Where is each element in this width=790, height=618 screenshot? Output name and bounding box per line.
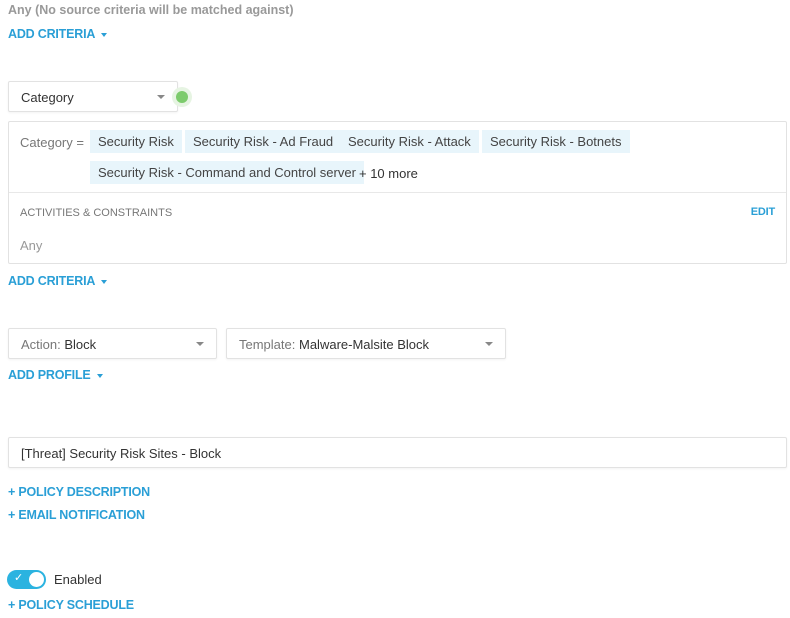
toggle-knob (29, 572, 44, 587)
template-value: Malware-Malsite Block (299, 337, 430, 352)
action-select[interactable]: Action: Block (8, 328, 217, 359)
add-profile-button[interactable]: ADD PROFILE (8, 368, 103, 382)
criteria-type-value: Category (21, 90, 74, 105)
criteria-type-select[interactable]: Category (8, 81, 178, 112)
action-label: Action: (21, 337, 61, 352)
add-criteria-label: ADD CRITERIA (8, 27, 96, 41)
enabled-label: Enabled (54, 572, 102, 587)
policy-name-value: [Threat] Security Risk Sites - Block (21, 446, 222, 461)
enabled-toggle[interactable]: ✓ (7, 570, 46, 589)
status-dot-halo (172, 87, 192, 107)
divider (9, 192, 786, 193)
template-label: Template: (239, 337, 296, 352)
activities-label: ACTIVITIES & CONSTRAINTS (20, 207, 173, 219)
chevron-down-icon (196, 342, 204, 346)
add-policy-schedule-link[interactable]: + POLICY SCHEDULE (8, 598, 134, 612)
chevron-down-icon (157, 95, 165, 99)
caret-down-icon (101, 32, 108, 37)
category-chip: Security Risk (90, 130, 182, 153)
category-chip: Security Risk - Attack (340, 130, 479, 153)
add-criteria-source-button[interactable]: ADD CRITERIA (8, 27, 108, 41)
chevron-down-icon (485, 342, 493, 346)
check-icon: ✓ (14, 572, 24, 584)
add-criteria-label: ADD CRITERIA (8, 274, 96, 288)
edit-activities-button[interactable]: EDIT (751, 206, 775, 218)
category-chip: Security Risk - Ad Fraud (185, 130, 342, 153)
add-criteria-destination-button[interactable]: ADD CRITERIA (8, 274, 108, 288)
criteria-card: Category = Security Risk Security Risk -… (8, 121, 787, 264)
add-policy-description-link[interactable]: + POLICY DESCRIPTION (8, 485, 150, 499)
source-any-text: Any (No source criteria will be matched … (8, 3, 294, 17)
more-categories-link[interactable]: + 10 more (359, 166, 418, 181)
action-value: Block (64, 337, 97, 352)
category-chip: Security Risk - Command and Control serv… (90, 161, 364, 184)
status-dot-icon (176, 91, 188, 103)
caret-down-icon (101, 279, 108, 284)
add-profile-label: ADD PROFILE (8, 368, 91, 382)
category-chip: Security Risk - Botnets (482, 130, 630, 153)
template-select[interactable]: Template: Malware-Malsite Block (226, 328, 506, 359)
criteria-label: Category = (20, 135, 84, 150)
policy-name-input[interactable]: [Threat] Security Risk Sites - Block (8, 437, 787, 468)
caret-down-icon (96, 373, 103, 378)
add-email-notification-link[interactable]: + EMAIL NOTIFICATION (8, 508, 145, 522)
activities-value: Any (20, 238, 43, 253)
